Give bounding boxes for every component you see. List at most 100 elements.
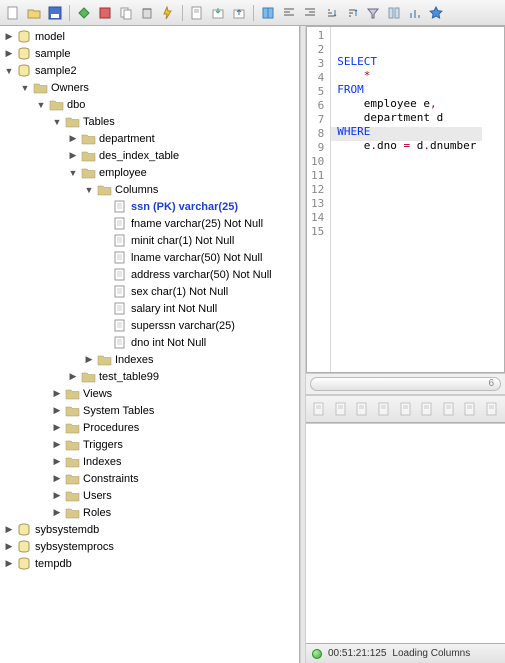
code-line[interactable]: SELECT <box>337 55 476 69</box>
rs-next-icon[interactable] <box>375 399 394 419</box>
rs-add-icon[interactable] <box>418 399 437 419</box>
columns-icon[interactable] <box>384 3 404 23</box>
tree-item[interactable]: ▼dbo <box>0 96 299 113</box>
sort-desc-icon[interactable] <box>342 3 362 23</box>
tree-item[interactable]: ▼sample2 <box>0 62 299 79</box>
tree-item[interactable]: fname varchar(25) Not Null <box>0 215 299 232</box>
hscroll-track[interactable]: 6 <box>310 377 501 391</box>
tree-item[interactable]: ▶Views <box>0 385 299 402</box>
tree-item[interactable]: ▼Owners <box>0 79 299 96</box>
rs-remove-icon[interactable] <box>439 399 458 419</box>
results-grid[interactable] <box>306 423 505 643</box>
chevron-down-icon[interactable]: ▼ <box>36 100 46 110</box>
chevron-down-icon[interactable]: ▼ <box>84 185 94 195</box>
disconnect-icon[interactable] <box>95 3 115 23</box>
code-line[interactable]: FROM <box>337 83 476 97</box>
tree-item[interactable]: ▶sybsystemprocs <box>0 538 299 555</box>
chevron-right-icon[interactable]: ▶ <box>52 474 62 484</box>
tree-item[interactable]: dno int Not Null <box>0 334 299 351</box>
chevron-right-icon[interactable]: ▶ <box>84 355 94 365</box>
tree-item[interactable]: salary int Not Null <box>0 300 299 317</box>
chevron-right-icon[interactable]: ▶ <box>52 406 62 416</box>
chevron-right-icon[interactable]: ▶ <box>52 389 62 399</box>
filter-icon[interactable] <box>363 3 383 23</box>
connect-icon[interactable] <box>74 3 94 23</box>
chevron-right-icon[interactable]: ▶ <box>52 491 62 501</box>
tree-item[interactable]: ▼employee <box>0 164 299 181</box>
tree-item[interactable]: ▶Users <box>0 487 299 504</box>
tree-item[interactable]: ▶des_index_table <box>0 147 299 164</box>
tree-item[interactable]: superssn varchar(25) <box>0 317 299 334</box>
tree-item[interactable]: ▶department <box>0 130 299 147</box>
code-area[interactable]: SELECT *FROM employee e, department dWHE… <box>331 27 482 372</box>
import-icon[interactable] <box>229 3 249 23</box>
chevron-right-icon[interactable]: ▶ <box>4 32 14 42</box>
book-icon[interactable] <box>258 3 278 23</box>
hscroll-ruler[interactable]: 6 <box>306 373 505 395</box>
save-icon[interactable] <box>45 3 65 23</box>
sql-editor[interactable]: 123456789101112131415 SELECT *FROM emplo… <box>306 26 505 373</box>
code-line[interactable]: * <box>337 69 476 83</box>
code-line[interactable]: employee e, <box>337 97 476 111</box>
rs-last-icon[interactable] <box>396 399 415 419</box>
tree-item[interactable]: ssn (PK) varchar(25) <box>0 198 299 215</box>
tree-item[interactable]: ▶Roles <box>0 504 299 521</box>
chevron-right-icon[interactable]: ▶ <box>52 440 62 450</box>
tree-item[interactable]: minit char(1) Not Null <box>0 232 299 249</box>
bolt-icon[interactable] <box>158 3 178 23</box>
align-left-icon[interactable] <box>279 3 299 23</box>
tree-item[interactable]: ▶Indexes <box>0 453 299 470</box>
chevron-right-icon[interactable]: ▶ <box>52 457 62 467</box>
chevron-right-icon[interactable]: ▶ <box>4 49 14 59</box>
rs-prev-icon[interactable] <box>332 399 351 419</box>
chevron-down-icon[interactable]: ▼ <box>52 117 62 127</box>
sort-asc-icon[interactable] <box>321 3 341 23</box>
tree-item[interactable]: ▶tempdb <box>0 555 299 572</box>
star-icon[interactable] <box>426 3 446 23</box>
code-line[interactable] <box>337 251 476 265</box>
chevron-down-icon[interactable]: ▼ <box>20 83 30 93</box>
db-tree[interactable]: ▶model▶sample▼sample2▼Owners▼dbo▼Tables▶… <box>0 26 299 663</box>
doc-icon[interactable] <box>187 3 207 23</box>
code-line[interactable] <box>337 153 476 167</box>
code-line[interactable] <box>337 223 476 237</box>
delete-icon[interactable] <box>137 3 157 23</box>
code-line[interactable]: WHERE <box>337 125 476 139</box>
tree-item[interactable]: ▶sybsystemdb <box>0 521 299 538</box>
tree-item[interactable]: ▼Columns <box>0 181 299 198</box>
code-line[interactable] <box>337 237 476 251</box>
code-line[interactable] <box>337 195 476 209</box>
tree-item[interactable]: ▶sample <box>0 45 299 62</box>
bar-icon[interactable] <box>405 3 425 23</box>
chevron-right-icon[interactable]: ▶ <box>52 508 62 518</box>
code-line[interactable]: department d <box>337 111 476 125</box>
chevron-right-icon[interactable]: ▶ <box>4 525 14 535</box>
tree-item[interactable]: ▶Indexes <box>0 351 299 368</box>
tree-item[interactable]: ▶Constraints <box>0 470 299 487</box>
code-line[interactable] <box>337 209 476 223</box>
rs-paste-icon[interactable] <box>483 399 502 419</box>
tree-item[interactable]: ▶test_table99 <box>0 368 299 385</box>
rs-copy-icon[interactable] <box>461 399 480 419</box>
tree-item[interactable]: ▶System Tables <box>0 402 299 419</box>
chevron-down-icon[interactable]: ▼ <box>68 168 78 178</box>
rs-row-icon[interactable] <box>353 399 372 419</box>
chevron-right-icon[interactable]: ▶ <box>68 151 78 161</box>
tree-item[interactable]: ▶Triggers <box>0 436 299 453</box>
align-right-icon[interactable] <box>300 3 320 23</box>
tree-item[interactable]: address varchar(50) Not Null <box>0 266 299 283</box>
tree-item[interactable]: ▶Procedures <box>0 419 299 436</box>
chevron-right-icon[interactable]: ▶ <box>4 542 14 552</box>
chevron-right-icon[interactable]: ▶ <box>52 423 62 433</box>
rs-first-icon[interactable] <box>310 399 329 419</box>
tree-item[interactable]: ▼Tables <box>0 113 299 130</box>
new-icon[interactable] <box>3 3 23 23</box>
export-icon[interactable] <box>208 3 228 23</box>
open-icon[interactable] <box>24 3 44 23</box>
tree-item[interactable]: sex char(1) Not Null <box>0 283 299 300</box>
chevron-right-icon[interactable]: ▶ <box>68 372 78 382</box>
code-line[interactable] <box>337 181 476 195</box>
tree-item[interactable]: lname varchar(50) Not Null <box>0 249 299 266</box>
chevron-down-icon[interactable]: ▼ <box>4 66 14 76</box>
tree-item[interactable]: ▶model <box>0 28 299 45</box>
